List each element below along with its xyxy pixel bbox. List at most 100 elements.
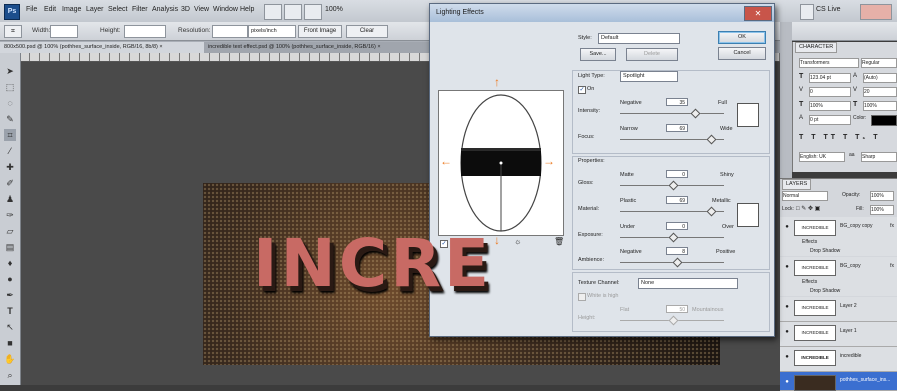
lasso-tool-icon[interactable]: ◌ (4, 97, 16, 109)
font-family-select[interactable]: Transformers (799, 58, 859, 68)
cancel-button[interactable]: Cancel (718, 47, 766, 60)
light-bulb-icon[interactable]: ☼ (514, 237, 521, 246)
cs-live-label[interactable]: CS Live (816, 6, 841, 13)
effects-row[interactable]: Effects (780, 278, 897, 287)
arrow-down-icon[interactable]: ↓ (494, 234, 500, 246)
move-tool-icon[interactable]: ➤ (4, 65, 16, 77)
font-size-field[interactable]: 123.04 pt (809, 73, 851, 83)
front-image-button[interactable]: Front Image (298, 25, 342, 38)
visibility-eye-icon[interactable]: ● (783, 303, 791, 311)
height-field[interactable] (124, 25, 166, 38)
drop-shadow-row[interactable]: Drop Shadow (780, 247, 897, 256)
dodge-tool-icon[interactable]: ● (4, 273, 16, 285)
menu-3d[interactable]: 3D (181, 6, 190, 13)
zoom-level[interactable]: 100% (325, 6, 343, 13)
cs-live-icon[interactable] (800, 4, 814, 20)
close-icon[interactable]: ✕ (744, 6, 772, 21)
style-select[interactable]: Default (598, 33, 680, 44)
arrow-up-icon[interactable]: ↑ (494, 76, 500, 88)
width-field[interactable] (50, 25, 78, 38)
layer-name[interactable]: Layer 2 (840, 303, 857, 309)
language-select[interactable]: English: UK (799, 152, 845, 162)
layer-name[interactable]: Layer 1 (840, 328, 857, 334)
exposure-value[interactable]: 0 (666, 222, 688, 230)
visibility-eye-icon[interactable]: ● (783, 328, 791, 336)
resolution-unit-select[interactable]: pixels/inch (248, 25, 296, 38)
anti-alias-select[interactable]: Sharp (861, 152, 897, 162)
layer-name[interactable]: pothhes_surface_ins... (840, 377, 890, 383)
effects-row[interactable]: Effects (780, 238, 897, 247)
kerning-field[interactable]: 0 (809, 87, 851, 97)
minibridge-button[interactable] (284, 4, 302, 20)
crop-tool-icon[interactable]: ⌗ (4, 25, 22, 38)
vertical-scale-field[interactable]: 100% (809, 101, 851, 111)
opacity-field[interactable]: 100% (870, 191, 894, 201)
bridge-button[interactable] (264, 4, 282, 20)
menu-window[interactable]: Window (213, 6, 238, 13)
document-tab[interactable]: 800x500.psd @ 100% (pothhes_surface_insi… (0, 42, 208, 53)
hand-tool-icon[interactable]: ✋ (4, 353, 16, 365)
blur-tool-icon[interactable]: ♦ (4, 257, 16, 269)
arrow-left-icon[interactable]: ← (440, 155, 452, 167)
visibility-eye-icon[interactable]: ● (783, 353, 791, 361)
visibility-eye-icon[interactable]: ● (783, 263, 791, 271)
resolution-field[interactable] (212, 25, 248, 38)
extras-button[interactable] (304, 4, 322, 20)
layer-row-selected[interactable]: ● pothhes_surface_ins... (780, 372, 897, 391)
zoom-tool-icon[interactable]: ⌕ (4, 369, 16, 381)
text-color-swatch[interactable] (871, 115, 897, 126)
light-color-swatch[interactable] (737, 103, 759, 127)
ok-button[interactable]: OK (718, 31, 766, 44)
tracking-field[interactable]: 20 (863, 87, 897, 97)
layer-row[interactable]: ● INCREDIBLE incredible (780, 347, 897, 372)
clear-button[interactable]: Clear (346, 25, 388, 38)
eraser-tool-icon[interactable]: ▱ (4, 225, 16, 237)
save-button[interactable]: Save... (580, 48, 616, 61)
layers-panel-tab[interactable]: LAYERS (782, 179, 812, 190)
document-tab[interactable]: incredible text effect.psd @ 100% (pothh… (204, 42, 436, 53)
layer-row[interactable]: ● INCREDIBLE BG_copy fx (780, 257, 897, 279)
lock-icons[interactable]: □ ✎ ✥ ▣ (796, 205, 820, 212)
height-value[interactable]: 50 (666, 305, 688, 313)
focus-value[interactable]: 69 (666, 124, 688, 132)
light-on-checkbox[interactable]: ✓ (578, 86, 586, 94)
window-controls[interactable] (860, 4, 892, 20)
history-brush-tool-icon[interactable]: ✑ (4, 209, 16, 221)
layer-name[interactable]: incredible (840, 353, 861, 359)
leading-field[interactable]: (Auto) (863, 73, 897, 83)
text-style-buttons[interactable]: T T TT T T₁ T (799, 134, 881, 141)
arrow-right-icon[interactable]: → (543, 155, 555, 167)
blend-mode-select[interactable]: Normal (782, 191, 828, 201)
menu-select[interactable]: Select (108, 6, 127, 13)
layer-row[interactable]: ● INCREDIBLE BG_copy copy fx (780, 217, 897, 239)
light-type-select[interactable]: Spotlight (620, 71, 678, 82)
healing-tool-icon[interactable]: ✚ (4, 161, 16, 173)
menu-view[interactable]: View (194, 6, 209, 13)
path-select-tool-icon[interactable]: ↖ (4, 321, 16, 333)
fill-field[interactable]: 100% (870, 205, 894, 215)
stamp-tool-icon[interactable]: ♟ (4, 193, 16, 205)
material-value[interactable]: 69 (666, 196, 688, 204)
visibility-eye-icon[interactable]: ● (783, 223, 791, 231)
layer-name[interactable]: BG_copy (840, 263, 861, 269)
texture-channel-select[interactable]: None (638, 278, 738, 289)
menu-image[interactable]: Image (62, 6, 81, 13)
eyedropper-tool-icon[interactable]: ⁄ (4, 145, 16, 157)
gloss-value[interactable]: 0 (666, 170, 688, 178)
menu-file[interactable]: File (26, 6, 37, 13)
shape-tool-icon[interactable]: ■ (4, 337, 16, 349)
delete-button[interactable]: Delete (626, 48, 678, 61)
menu-layer[interactable]: Layer (86, 6, 104, 13)
character-panel-tab[interactable]: CHARACTER (795, 42, 838, 53)
brush-tool-icon[interactable]: ✐ (4, 177, 16, 189)
layer-row[interactable]: ● INCREDIBLE Layer 1 (780, 322, 897, 347)
menu-edit[interactable]: Edit (44, 6, 56, 13)
crop-tool-icon[interactable]: ⌗ (4, 129, 16, 141)
baseline-field[interactable]: 0 pt (809, 115, 851, 125)
menu-analysis[interactable]: Analysis (152, 6, 178, 13)
type-tool-icon[interactable]: T (4, 305, 16, 317)
layer-row[interactable]: ● INCREDIBLE Layer 2 (780, 297, 897, 322)
pen-tool-icon[interactable]: ✒ (4, 289, 16, 301)
intensity-slider[interactable] (620, 113, 724, 114)
drop-shadow-row[interactable]: Drop Shadow (780, 287, 897, 296)
